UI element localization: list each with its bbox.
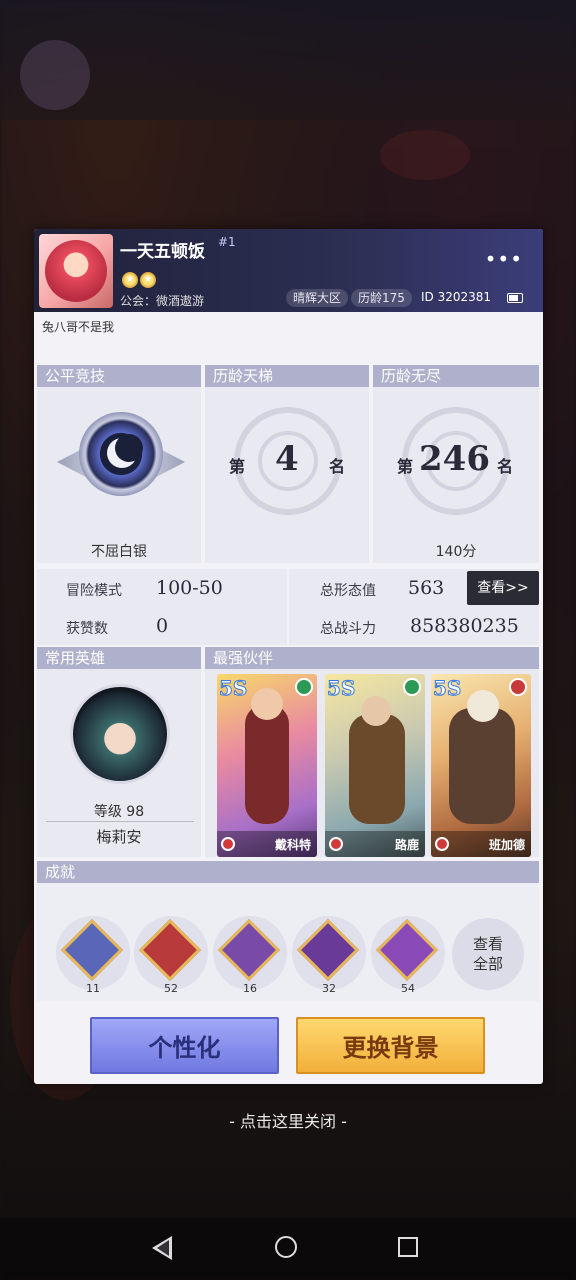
achievement-count: 16 [243, 982, 257, 995]
partner-name: 戴科特 [274, 838, 311, 852]
class-icon [435, 837, 449, 851]
partner-grade: 5S [218, 676, 248, 701]
change-background-button[interactable]: 更换背景 [296, 1017, 485, 1074]
endless-rank: 246 [419, 439, 490, 479]
view-all-label: 查看全部 [472, 935, 503, 973]
more-options-button[interactable]: ••• [485, 247, 523, 271]
star-icon: ★ [122, 272, 138, 288]
back-icon[interactable] [152, 1236, 172, 1260]
close-hint[interactable]: - 点击这里关闭 - [0, 1108, 576, 1132]
achievement-count: 32 [322, 982, 336, 995]
achievement-badge[interactable]: 16 [213, 916, 287, 995]
endless-suffix: 名 [497, 457, 514, 476]
ladder-panel[interactable]: 第 4 名 [205, 387, 369, 563]
star-icon: ★ [140, 272, 156, 288]
likes-label: 获赞数 [66, 621, 108, 637]
cat-icon [217, 918, 281, 982]
ladder-prefix: 第 [229, 457, 246, 476]
achievement-badge[interactable]: 11 [56, 916, 130, 995]
partner-grade: 5S [326, 676, 356, 701]
home-icon[interactable] [275, 1236, 297, 1258]
age-badge: 历龄175 [351, 289, 412, 307]
partner-name: 班加德 [488, 838, 525, 852]
guild-label: 公会：微酒遨游 [120, 294, 205, 308]
recent-apps-icon[interactable] [398, 1237, 418, 1257]
bow-icon [60, 918, 124, 982]
profile-card: 一天五顿饭 #1 ★ ★ 公会：微酒遨游 晴辉大区 历龄175 ID 320238… [34, 229, 543, 1084]
class-icon [221, 837, 235, 851]
partner-card[interactable]: 5S 班加德 [431, 674, 531, 857]
achievement-count: 52 [164, 982, 178, 995]
element-icon [509, 678, 527, 696]
endless-score: 140分 [435, 544, 477, 560]
power-value: 858380235 [410, 615, 519, 637]
ladder-rank: 4 [275, 439, 299, 479]
achievement-count: 54 [401, 982, 415, 995]
section-title-hero: 常用英雄 [37, 647, 201, 669]
endless-panel[interactable]: 第 246 名 140分 [373, 387, 539, 563]
view-form-button[interactable]: 查看>> [467, 571, 539, 605]
player-name: 一天五顿饭 [120, 242, 205, 262]
partner-name: 路鹿 [394, 838, 419, 852]
achievement-count: 11 [86, 982, 100, 995]
hero-level: 等级 98 [93, 804, 145, 820]
partner-card[interactable]: 5S 路鹿 [325, 674, 425, 857]
chest-icon [296, 918, 360, 982]
hero-divider [46, 821, 194, 822]
player-avatar[interactable] [39, 234, 113, 308]
power-label: 总战斗力 [320, 621, 376, 637]
silver-rank-emblem-icon [57, 412, 185, 512]
section-title-partner: 最强伙伴 [205, 647, 539, 669]
section-title-achievement: 成就 [37, 861, 539, 883]
player-id: ID 3202381 [421, 290, 492, 304]
partner-grade: 5S [432, 676, 462, 701]
adventure-value: 100-50 [156, 577, 223, 599]
player-motto: 兔八哥不是我 [42, 320, 115, 334]
form-value: 563 [408, 577, 445, 599]
adventure-label: 冒险模式 [66, 583, 122, 599]
achievement-badge[interactable]: 52 [134, 916, 208, 995]
server-badge: 晴辉大区 [286, 289, 349, 307]
endless-prefix: 第 [397, 457, 414, 476]
element-icon [295, 678, 313, 696]
achievement-badge[interactable]: 32 [292, 916, 366, 995]
hero-name: 梅莉安 [96, 828, 142, 846]
profile-header: 一天五顿饭 #1 ★ ★ 公会：微酒遨游 晴辉大区 历龄175 ID 320238… [34, 229, 543, 312]
star-rating: ★ ★ [122, 267, 158, 288]
ladder-suffix: 名 [329, 457, 346, 476]
section-title-ladder: 历龄天梯 [205, 365, 369, 387]
fair-tier: 不屈白银 [91, 544, 147, 560]
partner-card[interactable]: 5S 戴科特 [217, 674, 317, 857]
form-label: 总形态值 [320, 583, 376, 599]
hero-portrait[interactable] [70, 684, 170, 784]
element-icon [403, 678, 421, 696]
section-title-fair: 公平竞技 [37, 365, 201, 387]
player-rank-badge: #1 [218, 235, 236, 249]
bear-icon [375, 918, 439, 982]
copy-id-icon[interactable] [507, 293, 523, 303]
personalize-button[interactable]: 个性化 [90, 1017, 279, 1074]
achievement-badge[interactable]: 54 [371, 916, 445, 995]
likes-value: 0 [156, 615, 169, 637]
fair-panel[interactable]: 不屈白银 [37, 387, 201, 563]
section-title-endless: 历龄无尽 [373, 365, 539, 387]
view-all-achievements-button[interactable]: 查看全部 [452, 918, 524, 990]
class-icon [329, 837, 343, 851]
crest-icon [138, 918, 202, 982]
